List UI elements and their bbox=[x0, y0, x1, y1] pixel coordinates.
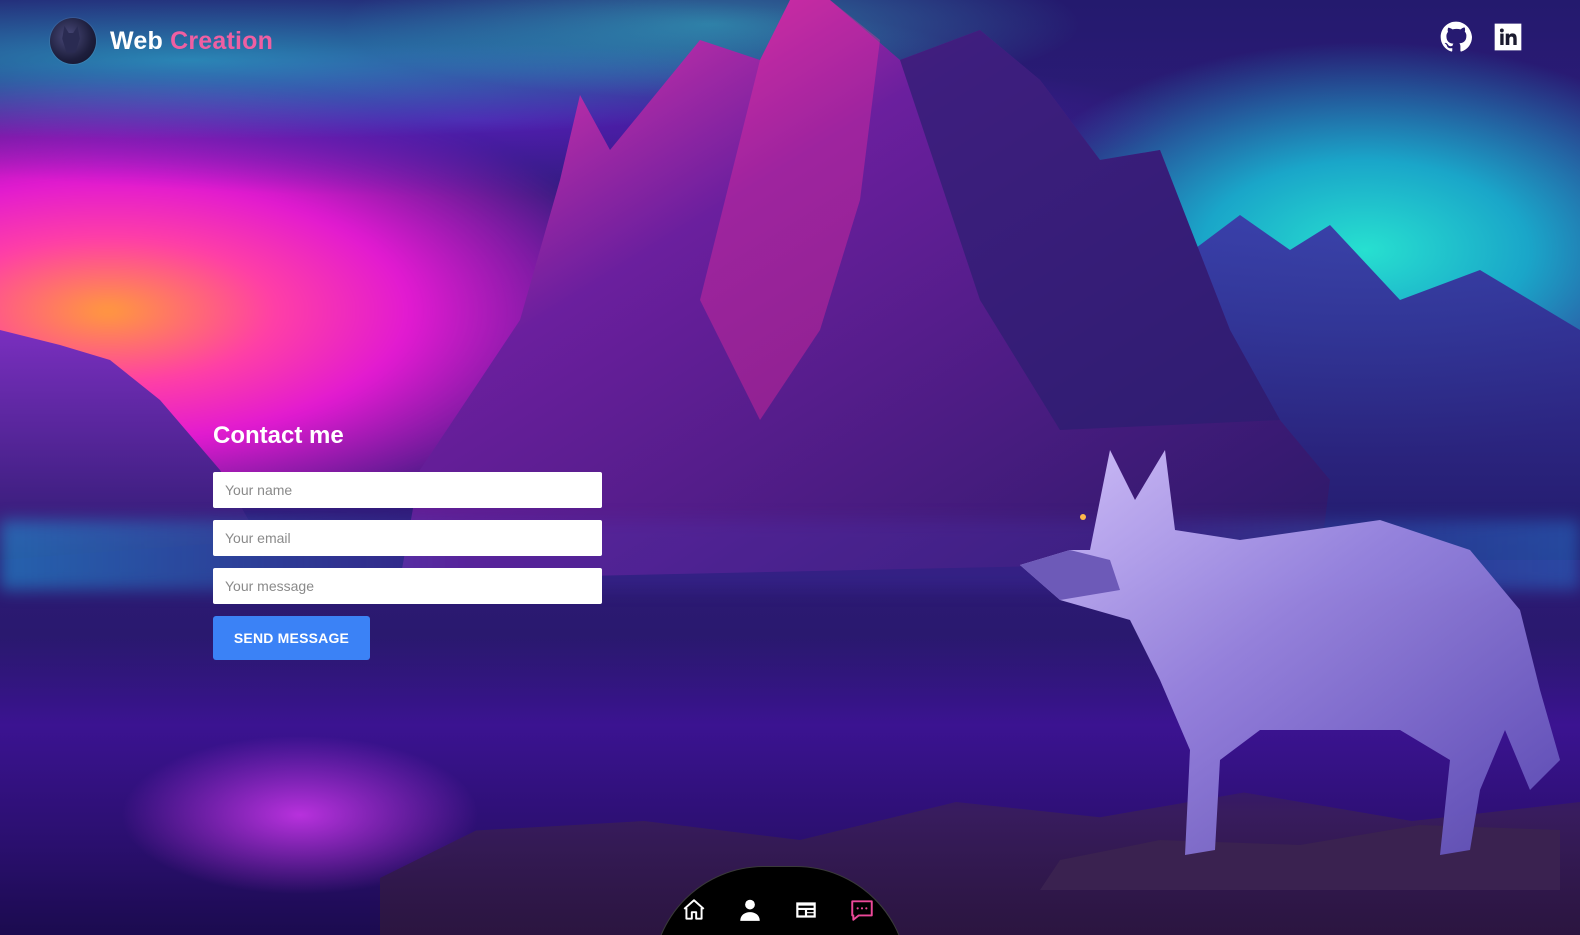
page: Web Creation Contact me SEND MESSAGE bbox=[0, 0, 1580, 935]
wolf-illustration bbox=[1020, 450, 1560, 890]
contact-title: Contact me bbox=[213, 422, 344, 449]
brand[interactable]: Web Creation bbox=[50, 18, 273, 64]
github-icon[interactable] bbox=[1440, 21, 1472, 53]
send-message-button[interactable]: SEND MESSAGE bbox=[213, 616, 370, 660]
site-header: Web Creation bbox=[0, 0, 1580, 84]
brand-name: Web Creation bbox=[110, 27, 273, 56]
linkedin-icon[interactable] bbox=[1492, 21, 1524, 53]
email-input[interactable] bbox=[213, 520, 602, 556]
brand-word-web: Web bbox=[110, 26, 163, 55]
home-icon[interactable] bbox=[679, 895, 709, 925]
contact-form: Contact me SEND MESSAGE bbox=[213, 422, 602, 660]
chat-icon[interactable] bbox=[847, 895, 877, 925]
name-input[interactable] bbox=[213, 472, 602, 508]
brand-word-creation: Creation bbox=[170, 26, 274, 55]
projects-icon[interactable] bbox=[791, 895, 821, 925]
message-input[interactable] bbox=[213, 568, 602, 604]
wolf-logo-icon bbox=[50, 18, 96, 64]
social-links bbox=[1440, 21, 1524, 53]
user-icon[interactable] bbox=[735, 895, 765, 925]
